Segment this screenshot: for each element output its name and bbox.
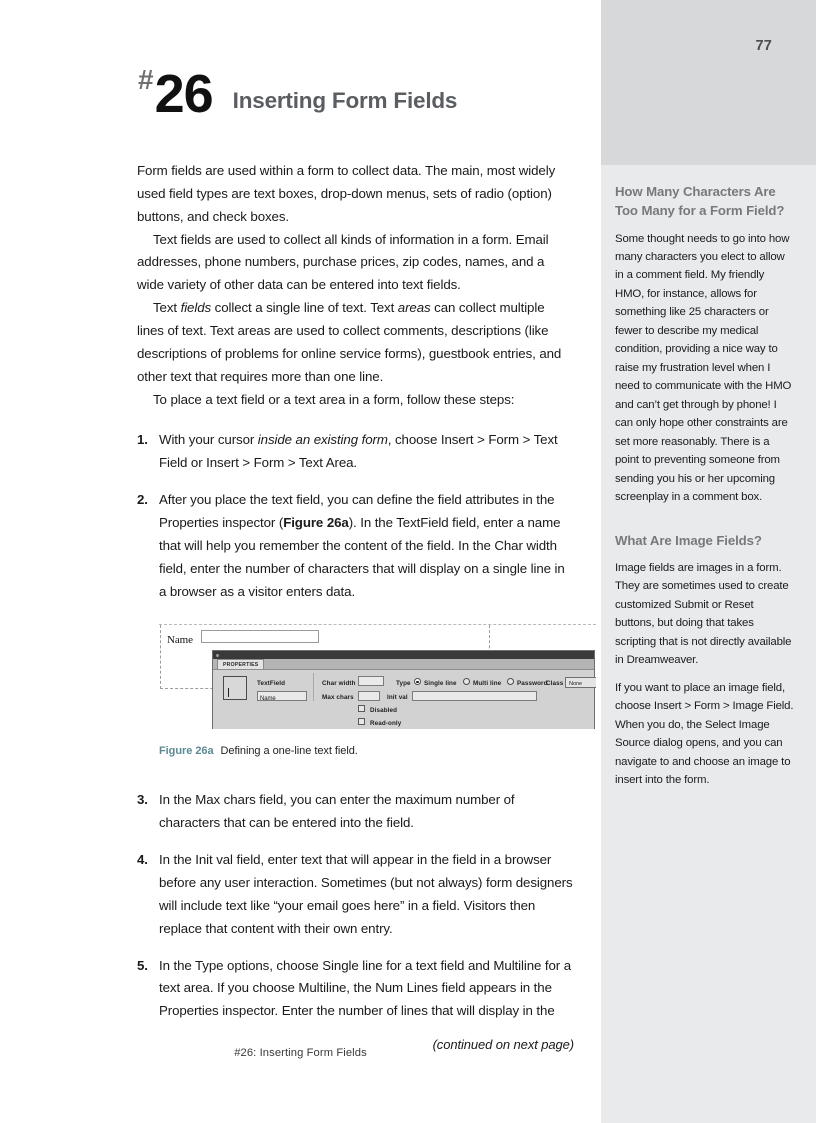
- label-max-chars: Max chars: [322, 694, 354, 702]
- p3-mid: collect a single line of text. Text: [211, 300, 398, 316]
- p3-lead: Text: [153, 300, 181, 316]
- step-item-1: 1. With your cursor inside an existing fo…: [137, 429, 574, 475]
- title-hash-symbol: #: [138, 63, 154, 95]
- form-name-input[interactable]: [201, 630, 319, 644]
- intro-paragraph-1: Form fields are used within a form to co…: [137, 163, 556, 224]
- figure-caption: Figure 26a Defining a one-line text field…: [159, 742, 596, 761]
- panel-divider: [313, 673, 314, 702]
- figure-caption-text: Defining a one-line text field.: [220, 745, 358, 758]
- figure-26a: Name PROPERTIES TextField Name Char widt…: [159, 623, 596, 761]
- sidebar-top-band: [601, 0, 816, 165]
- step-item-2: 2. After you place the text field, you ca…: [137, 489, 596, 775]
- page-footer: #26: Inserting Form Fields: [234, 1047, 367, 1059]
- sidebar-section-2-paragraph-1: Image fields are images in a form. They …: [615, 561, 792, 667]
- label-textfield: TextField: [257, 680, 286, 688]
- label-readonly: Read-only: [370, 720, 402, 728]
- step-4-text: In the Init val field, enter text that w…: [159, 852, 573, 936]
- radio-multi-line[interactable]: [463, 678, 470, 686]
- step-3-number: 3.: [137, 792, 148, 808]
- form-name-label: Name: [167, 634, 193, 647]
- intro-paragraph-2: Text fields are used to collect all kind…: [137, 231, 549, 293]
- text-cursor-icon: [228, 688, 229, 698]
- text-field-icon: [223, 676, 247, 701]
- sidebar-section-2-heading: What Are Image Fields?: [615, 532, 762, 548]
- radio-password[interactable]: [507, 678, 514, 686]
- page-number: 77: [755, 38, 772, 54]
- main-column: # 26 Inserting Form Fields Form fields a…: [0, 0, 601, 1123]
- label-class: Class: [546, 680, 564, 688]
- checkbox-disabled[interactable]: [358, 705, 365, 713]
- figure-caption-label: Figure 26a: [159, 745, 214, 758]
- step-3-text: In the Max chars field, you can enter th…: [159, 792, 515, 831]
- label-single-line: Single line: [424, 680, 457, 688]
- step-1-pre: With your cursor: [159, 432, 258, 448]
- panel-body: TextField Name Char width Max chars Type: [213, 669, 596, 730]
- checkbox-readonly[interactable]: [358, 718, 365, 726]
- panel-titlebar: [213, 651, 594, 660]
- title-number: 26: [154, 64, 214, 124]
- label-char-width: Char width: [322, 680, 356, 688]
- steps-list: 1. With your cursor inside an existing fo…: [137, 429, 596, 1024]
- label-init-val: Init val: [387, 694, 408, 702]
- label-disabled: Disabled: [370, 707, 398, 715]
- step-1-italic: inside an existing form: [257, 432, 388, 448]
- step-1-number: 1.: [137, 432, 148, 448]
- input-char-width[interactable]: [358, 676, 384, 687]
- input-max-chars[interactable]: [358, 691, 380, 702]
- input-init-val[interactable]: [412, 691, 537, 702]
- select-class-value: None: [569, 681, 582, 688]
- sidebar-section-2-paragraph-2: If you want to place an image field, cho…: [615, 681, 794, 786]
- step-5-number: 5.: [137, 957, 148, 973]
- step-item-3: 3. In the Max chars field, you can enter …: [137, 789, 574, 835]
- title-text: Inserting Form Fields: [232, 87, 458, 113]
- radio-single-line[interactable]: [414, 678, 421, 686]
- label-type: Type: [396, 680, 411, 688]
- step-4-number: 4.: [137, 852, 148, 868]
- intro-paragraph-3: Text fields collect a single line of tex…: [137, 297, 574, 388]
- select-class[interactable]: None: [565, 677, 596, 689]
- label-multi-line: Multi line: [473, 680, 502, 688]
- step-2-number: 2.: [137, 492, 148, 508]
- p3-italic-fields: fields: [180, 300, 212, 316]
- input-field-name[interactable]: Name: [257, 691, 307, 702]
- sidebar-section-1-heading: How Many Characters Are Too Many for a F…: [615, 184, 785, 219]
- panel-options-dot-icon[interactable]: [216, 653, 219, 657]
- step-item-5: 5. In the Type options, choose Single lin…: [137, 955, 574, 1024]
- p3-italic-areas: areas: [397, 300, 431, 316]
- figure-26a-screenshot: Name PROPERTIES TextField Name Char widt…: [159, 623, 596, 731]
- input-field-name-value: Name: [260, 695, 276, 702]
- article-body: Form fields are used within a form to co…: [137, 160, 596, 1052]
- sidebar-section-1-paragraph: Some thought needs to go into how many c…: [615, 232, 792, 504]
- panel-tabstrip: [213, 659, 594, 670]
- label-password: Password: [517, 680, 548, 688]
- sidebar: 77 How Many Characters Are Too Many for …: [601, 0, 816, 1123]
- intro-paragraph-4: To place a text field or a text area in …: [153, 391, 515, 407]
- step-item-4: 4. In the Init val field, enter text that…: [137, 849, 574, 940]
- step-5-text: In the Type options, choose Single line …: [159, 957, 571, 1019]
- figure-reference: Figure 26a: [283, 515, 349, 531]
- page-title: # 26 Inserting Form Fields: [138, 64, 458, 124]
- properties-inspector-panel: PROPERTIES TextField Name Char width Max…: [212, 650, 596, 730]
- sidebar-content: How Many Characters Are Too Many for a F…: [615, 182, 795, 789]
